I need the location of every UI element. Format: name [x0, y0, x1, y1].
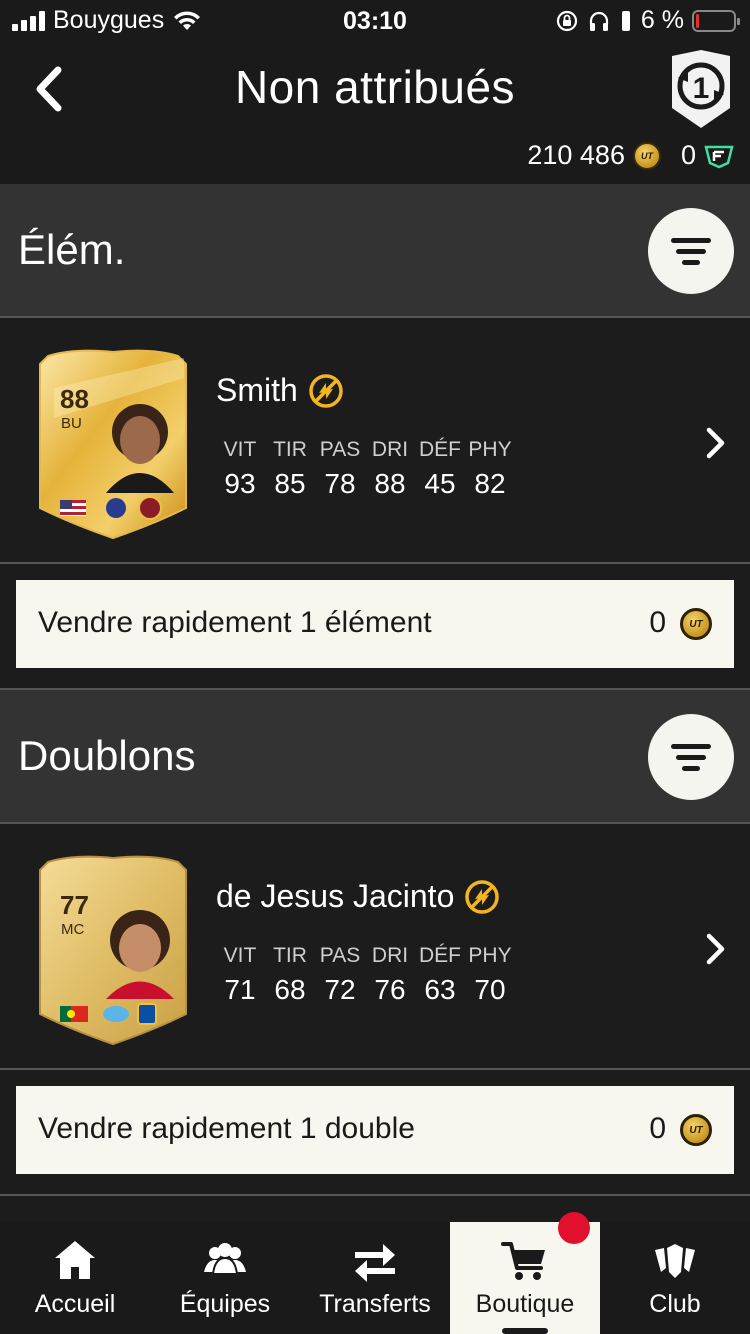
nav-label: Transferts [319, 1290, 431, 1318]
nav-item-store[interactable]: Boutique [450, 1212, 600, 1334]
chevron-right-icon[interactable] [704, 932, 728, 966]
nav-item-home[interactable]: Accueil [0, 1222, 150, 1334]
stat: DÉF 63 [419, 944, 461, 1005]
app-header: Non attribués 1 210 486 UT 0 [0, 42, 750, 184]
player-name-wrap: de Jesus Jacinto [216, 878, 500, 915]
filter-icon [671, 743, 711, 749]
objectives-badge-icon[interactable]: 1 [666, 48, 736, 130]
filter-icon [671, 237, 711, 243]
nav-label: Boutique [475, 1290, 575, 1318]
rotation-lock-icon [556, 10, 578, 31]
battery-level [696, 13, 699, 28]
status-bar: Bouygues 03:10 6 % [0, 0, 750, 42]
notification-dot [558, 1212, 590, 1244]
club-badge-icon [137, 1003, 157, 1025]
teams-icon [204, 1243, 246, 1275]
home-icon [55, 1241, 95, 1279]
stat: TIR 85 [273, 438, 307, 499]
player-stats: VIT 71 TIR 68 PAS 72 DRI 76 DÉF 63 PHY 70 [216, 944, 516, 1006]
bottom-nav: Accueil Équipes Transferts Boutique Club [0, 1212, 750, 1334]
coin-icon: UT [632, 141, 661, 170]
player-card-gold-rare: 88 BU [39, 349, 187, 540]
nav-item-teams[interactable]: Équipes [150, 1222, 300, 1334]
card-rating: 88 [60, 384, 89, 414]
filter-button-items[interactable] [648, 208, 734, 294]
player-stats: VIT 93 TIR 85 PAS 78 DRI 88 DÉF 45 PHY 82 [216, 438, 516, 500]
page-title: Non attribués [234, 61, 516, 113]
club-icon [655, 1244, 695, 1278]
player-row[interactable]: 77 MC de Jesus Jacinto VIT 71 TIR 68 PAS 72… [0, 826, 750, 1070]
currency-bar: 210 486 UT 0 [527, 140, 734, 171]
status-right: 6 % [555, 6, 740, 35]
club-badge-icon [138, 496, 162, 520]
nav-label: Équipes [179, 1290, 271, 1318]
stat: DRI 76 [371, 944, 409, 1005]
stat: VIT 93 [223, 438, 257, 499]
player-row[interactable]: 88 BU Smith VIT 93 TIR 85 PAS 78 DRI 88 DÉF 4… [0, 320, 750, 564]
stat: VIT 71 [223, 944, 257, 1005]
section-header-items: Élém. [0, 184, 750, 318]
nav-item-club[interactable]: Club [600, 1222, 750, 1334]
vibrate-icon [621, 10, 630, 31]
headphones-icon [589, 11, 609, 31]
active-indicator [502, 1328, 548, 1334]
coin-balance: 210 486 [527, 140, 625, 170]
fc-points-icon [704, 145, 734, 168]
section-title-duplicates: Doublons [18, 732, 196, 779]
stat: DÉF 45 [419, 438, 461, 499]
quick-sell-items-button[interactable]: Vendre rapidement 1 élément 0 UT [16, 580, 734, 668]
stat: PAS 72 [319, 944, 361, 1005]
nav-label: Accueil [34, 1290, 116, 1318]
coin-icon-label: UT [689, 618, 703, 630]
league-badge-icon [103, 1006, 129, 1022]
stat: PAS 78 [319, 438, 361, 499]
coin-icon: UT [680, 1114, 712, 1146]
quick-sell-value: 0 [649, 1112, 666, 1145]
stat: DRI 88 [371, 438, 409, 499]
cart-icon [501, 1242, 545, 1280]
player-name: Smith [216, 372, 298, 408]
coin-icon-label: UT [689, 1124, 703, 1136]
battery-icon [692, 9, 740, 32]
transfer-arrows-icon [355, 1244, 395, 1282]
stat: PHY 82 [468, 438, 512, 499]
player-name-wrap: Smith [216, 372, 344, 409]
card-rating: 77 [60, 890, 89, 920]
player-name: de Jesus Jacinto [216, 878, 455, 914]
nav-item-transfers[interactable]: Transferts [300, 1222, 450, 1334]
quick-sell-value: 0 [649, 606, 666, 639]
section-title-items: Élém. [18, 226, 126, 273]
quick-sell-row: Vendre rapidement 1 élément 0 UT [0, 564, 750, 690]
card-position: BU [61, 415, 82, 432]
coin-icon-label: UT [640, 150, 653, 161]
untradeable-icon [309, 373, 343, 408]
battery-percent: 6 % [640, 6, 684, 34]
section-header-duplicates: Doublons [0, 690, 750, 824]
filter-button-duplicates[interactable] [648, 714, 734, 800]
nav-label: Club [649, 1290, 701, 1318]
quick-sell-label: Vendre rapidement 1 double [38, 1112, 415, 1145]
stat: PHY 70 [468, 944, 512, 1005]
badge-number: 1 [693, 72, 710, 105]
untradeable-icon [465, 879, 500, 914]
quick-sell-row: Vendre rapidement 1 double 0 UT [0, 1070, 750, 1196]
stat: TIR 68 [273, 944, 307, 1005]
card-position: MC [61, 921, 84, 938]
quick-sell-duplicates-button[interactable]: Vendre rapidement 1 double 0 UT [16, 1086, 734, 1174]
league-badge-icon [106, 498, 126, 518]
player-card-gold: 77 MC [39, 855, 187, 1046]
coin-icon: UT [680, 608, 712, 640]
chevron-right-icon[interactable] [704, 426, 728, 460]
points-balance: 0 [680, 140, 696, 170]
quick-sell-label: Vendre rapidement 1 élément [38, 606, 432, 639]
